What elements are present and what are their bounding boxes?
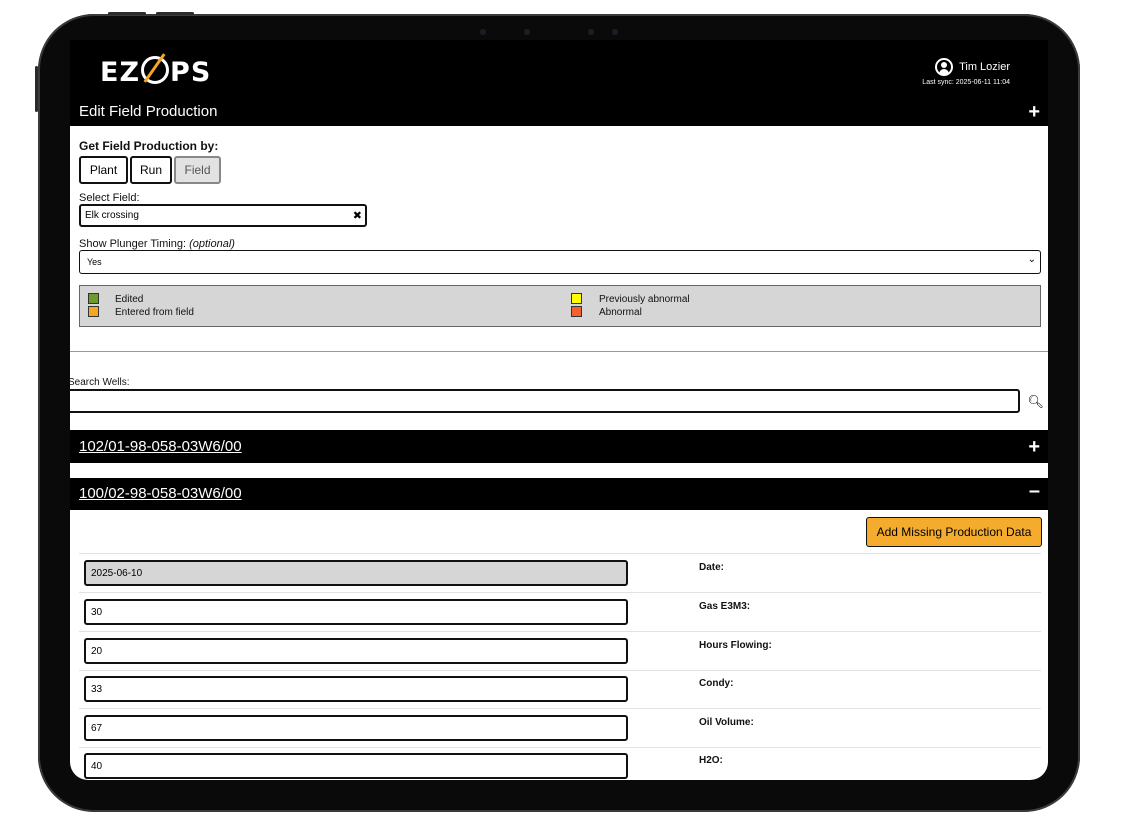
oil-volume-input[interactable]: 67 bbox=[84, 715, 628, 741]
well-id-0[interactable]: 102/01-98-058-03W6/00 bbox=[79, 438, 242, 455]
camera bbox=[480, 27, 620, 37]
select-field-label: Select Field: bbox=[79, 192, 140, 204]
run-toggle[interactable]: Run bbox=[130, 156, 172, 184]
plant-toggle[interactable]: Plant bbox=[79, 156, 128, 184]
well-body-0 bbox=[70, 463, 1048, 478]
ezops-logo: EZ PS bbox=[100, 56, 212, 88]
divider bbox=[70, 351, 1048, 352]
user-info[interactable]: Tim Lozier Last sync: 2025-06-11 11:04 bbox=[922, 58, 1010, 86]
search-icon[interactable]: 🔍︎ bbox=[1027, 394, 1044, 410]
field-toggle[interactable]: Field bbox=[174, 156, 221, 184]
chevron-down-icon: ⌄ bbox=[1027, 254, 1036, 265]
legend-prev-abnormal-swatch bbox=[571, 293, 582, 304]
logo-o-icon bbox=[141, 56, 170, 84]
gas-label: Gas E3M3: bbox=[699, 601, 751, 612]
last-sync: Last sync: 2025-06-11 11:04 bbox=[922, 79, 1010, 86]
plunger-select-value: Yes bbox=[87, 257, 102, 267]
expand-plus-icon[interactable]: + bbox=[1028, 101, 1040, 124]
app-screen: EZ PS Tim Lozier Last sync: 2025-06-11 11… bbox=[70, 40, 1048, 780]
h2o-label: H2O: bbox=[699, 755, 723, 766]
condy-label: Condy: bbox=[699, 678, 734, 689]
user-name: Tim Lozier bbox=[959, 61, 1010, 73]
legend-edited-swatch bbox=[88, 293, 99, 304]
oil-volume-label: Oil Volume: bbox=[699, 717, 754, 728]
search-wells-input[interactable] bbox=[70, 389, 1020, 413]
expand-plus-icon[interactable]: + bbox=[1028, 436, 1040, 459]
clear-icon[interactable]: ✖ bbox=[353, 209, 362, 222]
condy-input[interactable]: 33 bbox=[84, 676, 628, 702]
well-id-1[interactable]: 100/02-98-058-03W6/00 bbox=[79, 485, 242, 502]
edit-panel-body: Get Field Production by: Plant Run Field… bbox=[70, 126, 1048, 430]
select-field-input[interactable]: Elk crossing ✖ bbox=[79, 204, 367, 227]
date-label: Date: bbox=[699, 562, 725, 573]
legend-entered-swatch bbox=[88, 306, 99, 317]
user-avatar-icon bbox=[935, 58, 954, 76]
search-wells-label: Search Wells: bbox=[70, 377, 130, 388]
hours-flowing-label: Hours Flowing: bbox=[699, 640, 772, 651]
hours-flowing-input[interactable]: 20 bbox=[84, 638, 628, 664]
well-header-1[interactable]: 100/02-98-058-03W6/00 – bbox=[70, 478, 1048, 510]
plunger-select[interactable]: Yes ⌄ bbox=[79, 250, 1041, 274]
gas-input[interactable]: 30 bbox=[84, 599, 628, 625]
get-by-label: Get Field Production by: bbox=[79, 139, 219, 153]
legend-prev-abnormal-label: Previously abnormal bbox=[599, 294, 690, 305]
add-missing-production-button[interactable]: Add Missing Production Data bbox=[866, 517, 1042, 547]
date-input: 2025-06-10 bbox=[84, 560, 628, 586]
legend-abnormal-swatch bbox=[571, 306, 582, 317]
select-field-value: Elk crossing bbox=[85, 210, 139, 221]
page-title: Edit Field Production bbox=[79, 103, 218, 120]
legend: Edited Entered from field Previously abn… bbox=[79, 285, 1041, 327]
legend-edited-label: Edited bbox=[115, 294, 144, 305]
edit-panel-header[interactable]: Edit Field Production + bbox=[70, 96, 1048, 128]
production-panel: Add Missing Production Data 2025-06-10 D… bbox=[70, 510, 1048, 780]
h2o-input[interactable]: 40 bbox=[84, 753, 628, 779]
collapse-minus-icon[interactable]: – bbox=[1029, 480, 1040, 503]
plunger-label: Show Plunger Timing: (optional) bbox=[79, 238, 235, 250]
well-header-0[interactable]: 102/01-98-058-03W6/00 + bbox=[70, 431, 1048, 463]
legend-abnormal-label: Abnormal bbox=[599, 307, 642, 318]
legend-entered-label: Entered from field bbox=[115, 307, 194, 318]
